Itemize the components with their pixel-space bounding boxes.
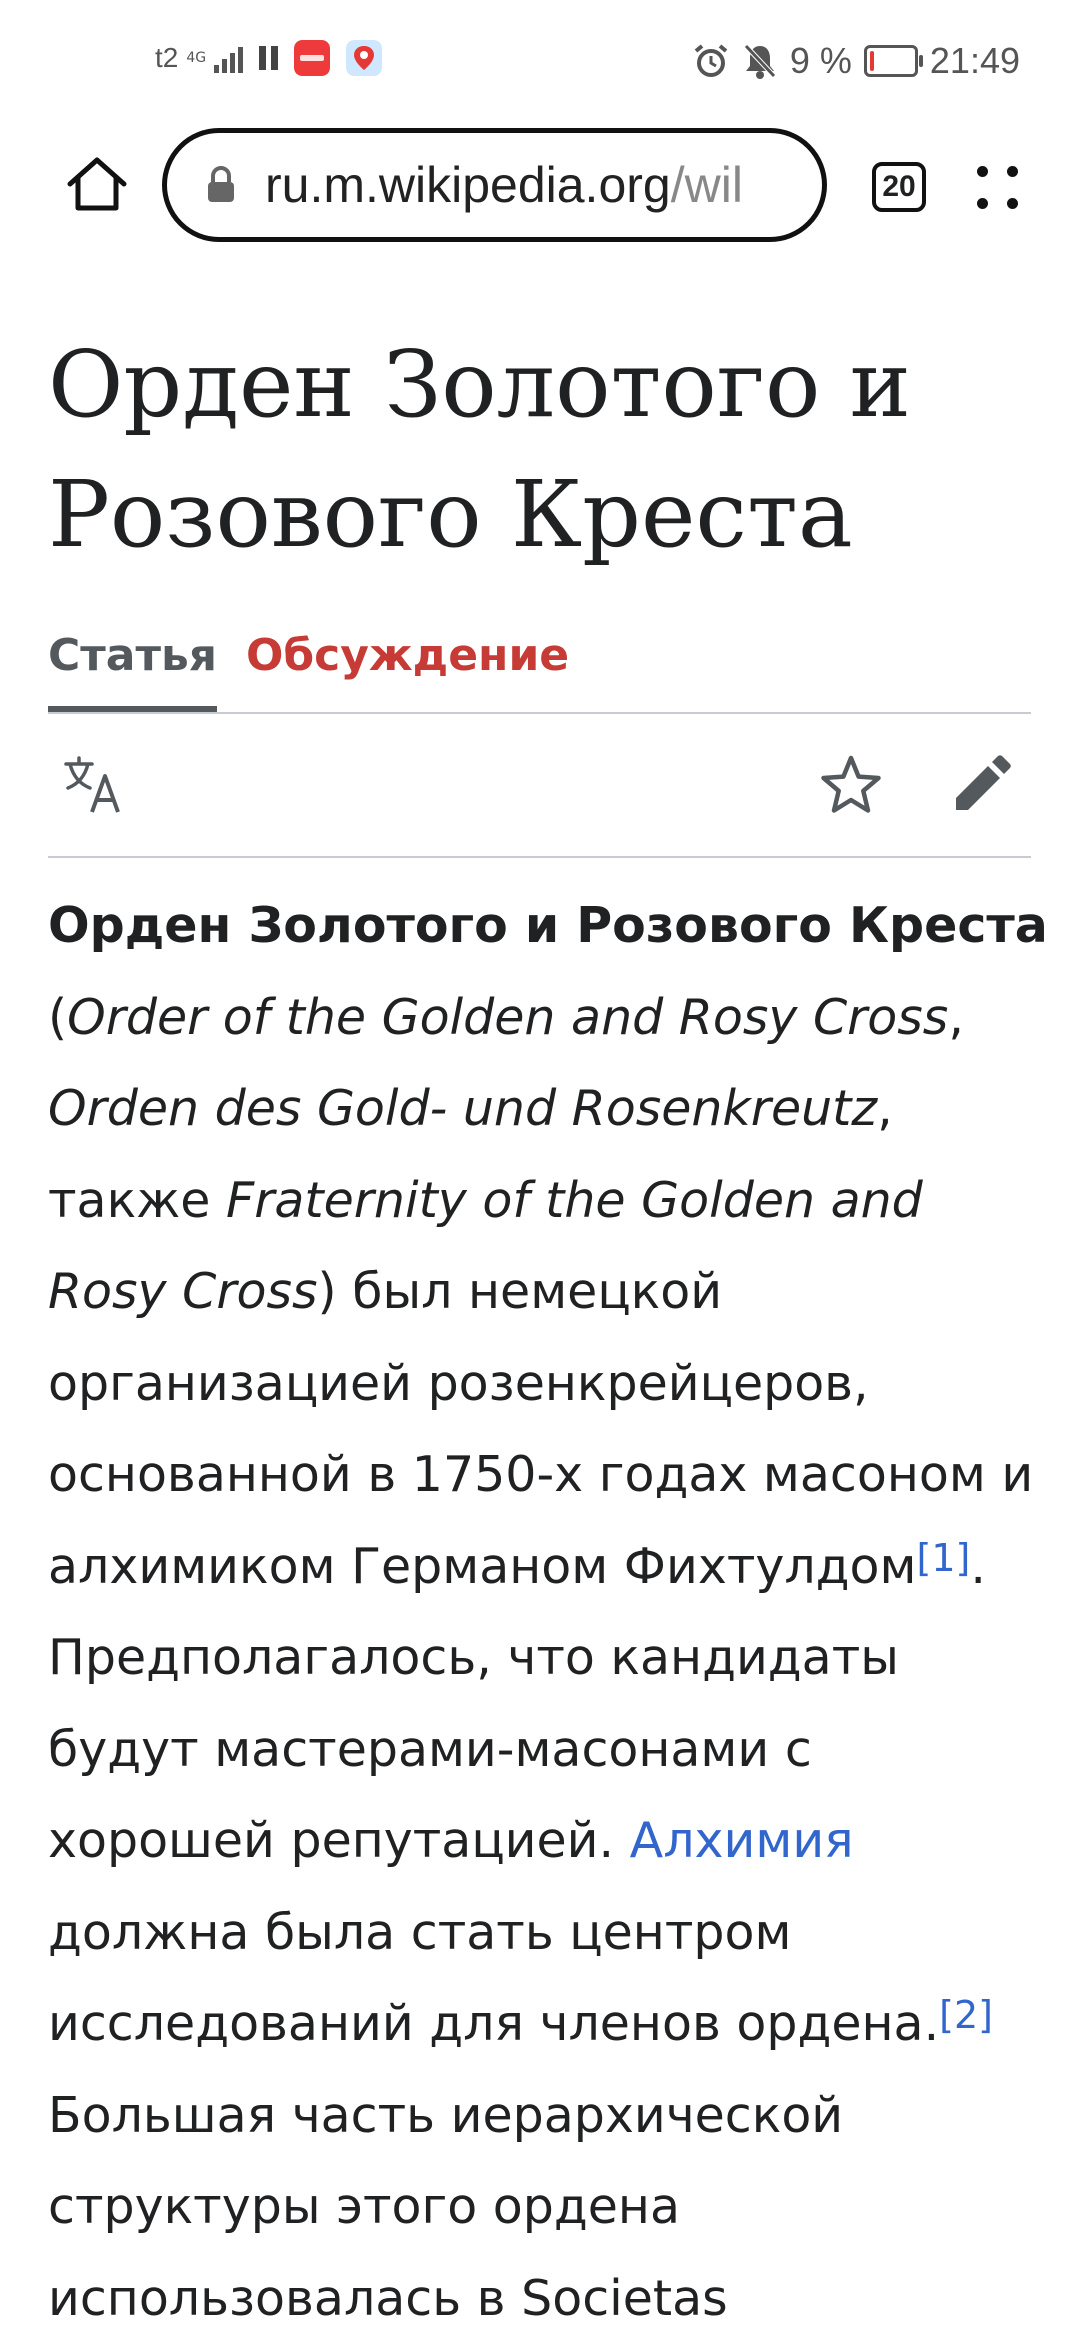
page-tabs: Статья Обсуждение xyxy=(48,620,1031,714)
menu-icon[interactable] xyxy=(975,158,1025,218)
page-title: Орден Золотого и Розового Креста xyxy=(48,331,911,568)
mute-bell-icon xyxy=(744,44,776,79)
url-domain: ru.m.wikipedia.org xyxy=(265,157,671,213)
home-icon[interactable] xyxy=(62,150,132,220)
article-paragraph: Орден Золотого и Розового Креста (Order … xyxy=(48,880,1048,2344)
article-body: Орден Золотого и Розового Креста (Order … xyxy=(48,880,1048,2344)
battery-icon xyxy=(863,45,923,77)
status-bar: t2 4G 9 % 21:49 xyxy=(0,0,1080,110)
star-icon[interactable] xyxy=(818,752,884,818)
battery-percent: 9 % xyxy=(789,40,852,81)
browser-toolbar: ru.m.wikipedia.org/wil 20 xyxy=(0,120,1080,250)
url-path: /wil xyxy=(670,157,743,213)
maps-app-icon xyxy=(346,40,383,76)
text-run: , xyxy=(948,988,964,1046)
reference-link[interactable]: [2] xyxy=(939,1993,993,2037)
english-name: Order of the Golden and Rosy Cross xyxy=(67,988,949,1046)
signal-icon xyxy=(214,43,244,73)
lock-icon xyxy=(208,166,234,202)
huawei-app-icon xyxy=(294,40,331,76)
status-left: t2 4G xyxy=(155,40,383,76)
tab-article[interactable]: Статья xyxy=(48,630,218,712)
text-run: Большая часть иерархической структуры эт… xyxy=(48,2086,844,2327)
text-run: ( xyxy=(48,988,68,1046)
tab-talk[interactable]: Обсуждение xyxy=(246,630,569,681)
media-pause-icon xyxy=(259,46,279,70)
tabs-icon[interactable]: 20 xyxy=(872,162,926,212)
address-bar[interactable]: ru.m.wikipedia.org/wil xyxy=(162,128,827,242)
article-subject: Орден Золотого и Розового Креста xyxy=(48,897,1048,954)
tab-count: 20 xyxy=(882,170,916,203)
german-name: Orden des Gold- und Rosenkreutz xyxy=(48,1080,878,1137)
clock: 21:49 xyxy=(929,40,1020,81)
network-type: 4G xyxy=(186,50,207,66)
alchemy-link[interactable]: Алхимия xyxy=(630,1812,854,1869)
carrier-label: t2 xyxy=(155,42,179,73)
url-text: ru.m.wikipedia.org/wil xyxy=(265,156,743,214)
language-icon[interactable] xyxy=(62,752,128,818)
page-actions xyxy=(48,714,1031,858)
text-run: должна была стать центром исследований д… xyxy=(48,1903,940,2053)
edit-icon[interactable] xyxy=(948,752,1014,818)
status-right: 9 % 21:49 xyxy=(692,40,1020,82)
reference-link[interactable]: [1] xyxy=(917,1536,971,1580)
alarm-icon xyxy=(694,44,728,77)
